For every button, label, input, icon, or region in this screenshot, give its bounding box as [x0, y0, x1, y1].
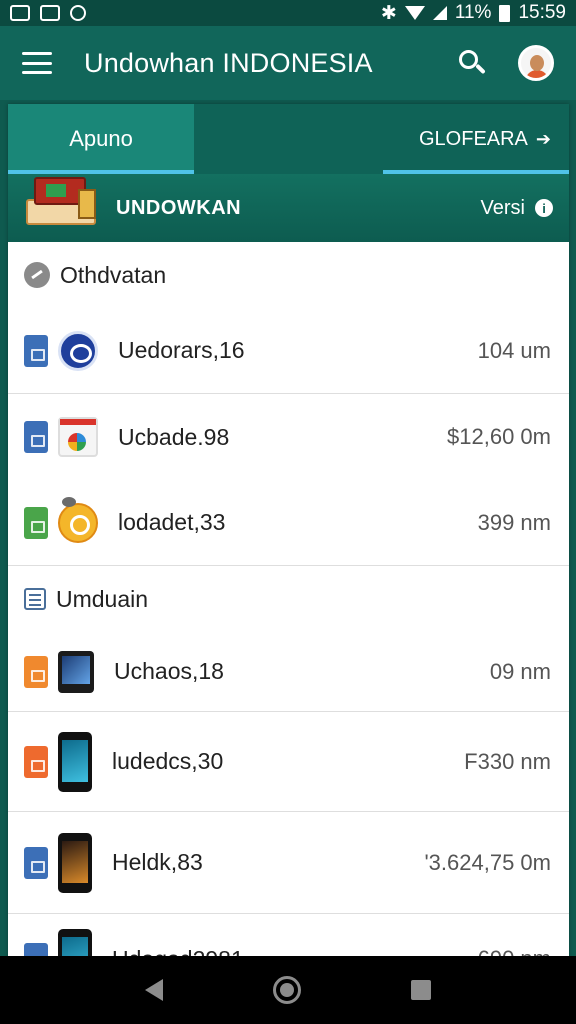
back-icon[interactable] [145, 979, 163, 1001]
tab-label: GLOFEARA [418, 127, 528, 150]
version-label: Versi [480, 196, 525, 219]
dropdown-arrow-icon: ➔ [535, 128, 551, 149]
file-icon [24, 334, 48, 367]
tablet-icon [58, 650, 94, 693]
item-size: 399 nm [477, 509, 551, 535]
tab-glofeara[interactable]: GLOFEARA ➔ [383, 104, 569, 174]
chat-notification-icon [40, 5, 60, 21]
battery-percent: 11% [454, 2, 492, 23]
app-bar: Undowhan INDONESIA [0, 26, 576, 100]
item-name: Uedorars,16 [118, 337, 245, 363]
list-item[interactable]: lodadet,33 399 nm [8, 480, 569, 566]
section-header: Othdvatan [8, 242, 569, 308]
section-title: Othdvatan [60, 261, 167, 288]
avatar[interactable] [518, 45, 554, 81]
phone-icon [58, 832, 92, 893]
photo-notification-icon [10, 5, 30, 21]
recents-icon[interactable] [411, 980, 431, 1000]
app-logo-icon [58, 496, 98, 543]
item-name: lodadet,33 [118, 509, 226, 535]
package-box-icon [20, 171, 102, 233]
tab-label: Apuno [69, 126, 133, 151]
clock: 15:59 [518, 2, 566, 23]
file-icon [24, 655, 48, 688]
item-size: '3.624,75 0m [424, 849, 551, 875]
item-name: Uchaos,18 [114, 658, 224, 684]
content-card: Apuno GLOFEARA ➔ UNDOWKAN Versi i Othdva… [8, 104, 569, 964]
list-item[interactable]: ludedcs,30 F330 nm [8, 712, 569, 812]
file-icon [24, 421, 48, 453]
item-size: $12,60 0m [447, 424, 551, 449]
bluetooth-icon: ✱ [380, 2, 397, 24]
section-header: Umduain [8, 566, 569, 632]
battery-icon [499, 4, 511, 22]
shield-notification-icon [70, 5, 86, 21]
banner-title: UNDOWKAN [116, 196, 242, 219]
phone-icon [58, 731, 92, 792]
file-icon [24, 745, 48, 778]
app-logo-icon [58, 330, 98, 371]
item-name: Ucbade.98 [118, 423, 230, 450]
trend-icon [24, 262, 50, 288]
file-icon [24, 506, 48, 539]
item-size: F330 nm [464, 748, 551, 774]
version-button[interactable]: Versi i [481, 197, 553, 220]
list-item[interactable]: Ucbade.98 $12,60 0m [8, 394, 569, 480]
signal-icon [432, 6, 447, 20]
home-icon[interactable] [273, 976, 301, 1004]
list-item[interactable]: Uchaos,18 09 nm [8, 632, 569, 712]
status-bar: ✱ 11% 15:59 [0, 0, 576, 26]
search-icon[interactable] [456, 47, 488, 79]
info-icon: i [535, 199, 553, 217]
item-name: ludedcs,30 [112, 748, 224, 774]
tab-apuno[interactable]: Apuno [8, 104, 194, 174]
system-nav-bar [0, 956, 576, 1024]
header-banner: UNDOWKAN Versi i [8, 174, 569, 242]
menu-icon[interactable] [22, 52, 52, 74]
item-name: Heldk,83 [112, 849, 203, 875]
list-item[interactable]: Uedorars,16 104 um [8, 308, 569, 394]
item-size: 09 nm [489, 658, 551, 684]
list-item[interactable]: Heldk,83 '3.624,75 0m [8, 812, 569, 914]
app-title: Undowhan INDONESIA [84, 47, 373, 78]
file-icon [24, 846, 48, 879]
list-icon [24, 588, 46, 610]
item-size: 104 um [477, 337, 551, 363]
app-logo-icon [58, 417, 98, 457]
tab-bar: Apuno GLOFEARA ➔ [8, 104, 569, 174]
section-title: Umduain [56, 585, 149, 612]
wifi-icon [404, 6, 425, 20]
